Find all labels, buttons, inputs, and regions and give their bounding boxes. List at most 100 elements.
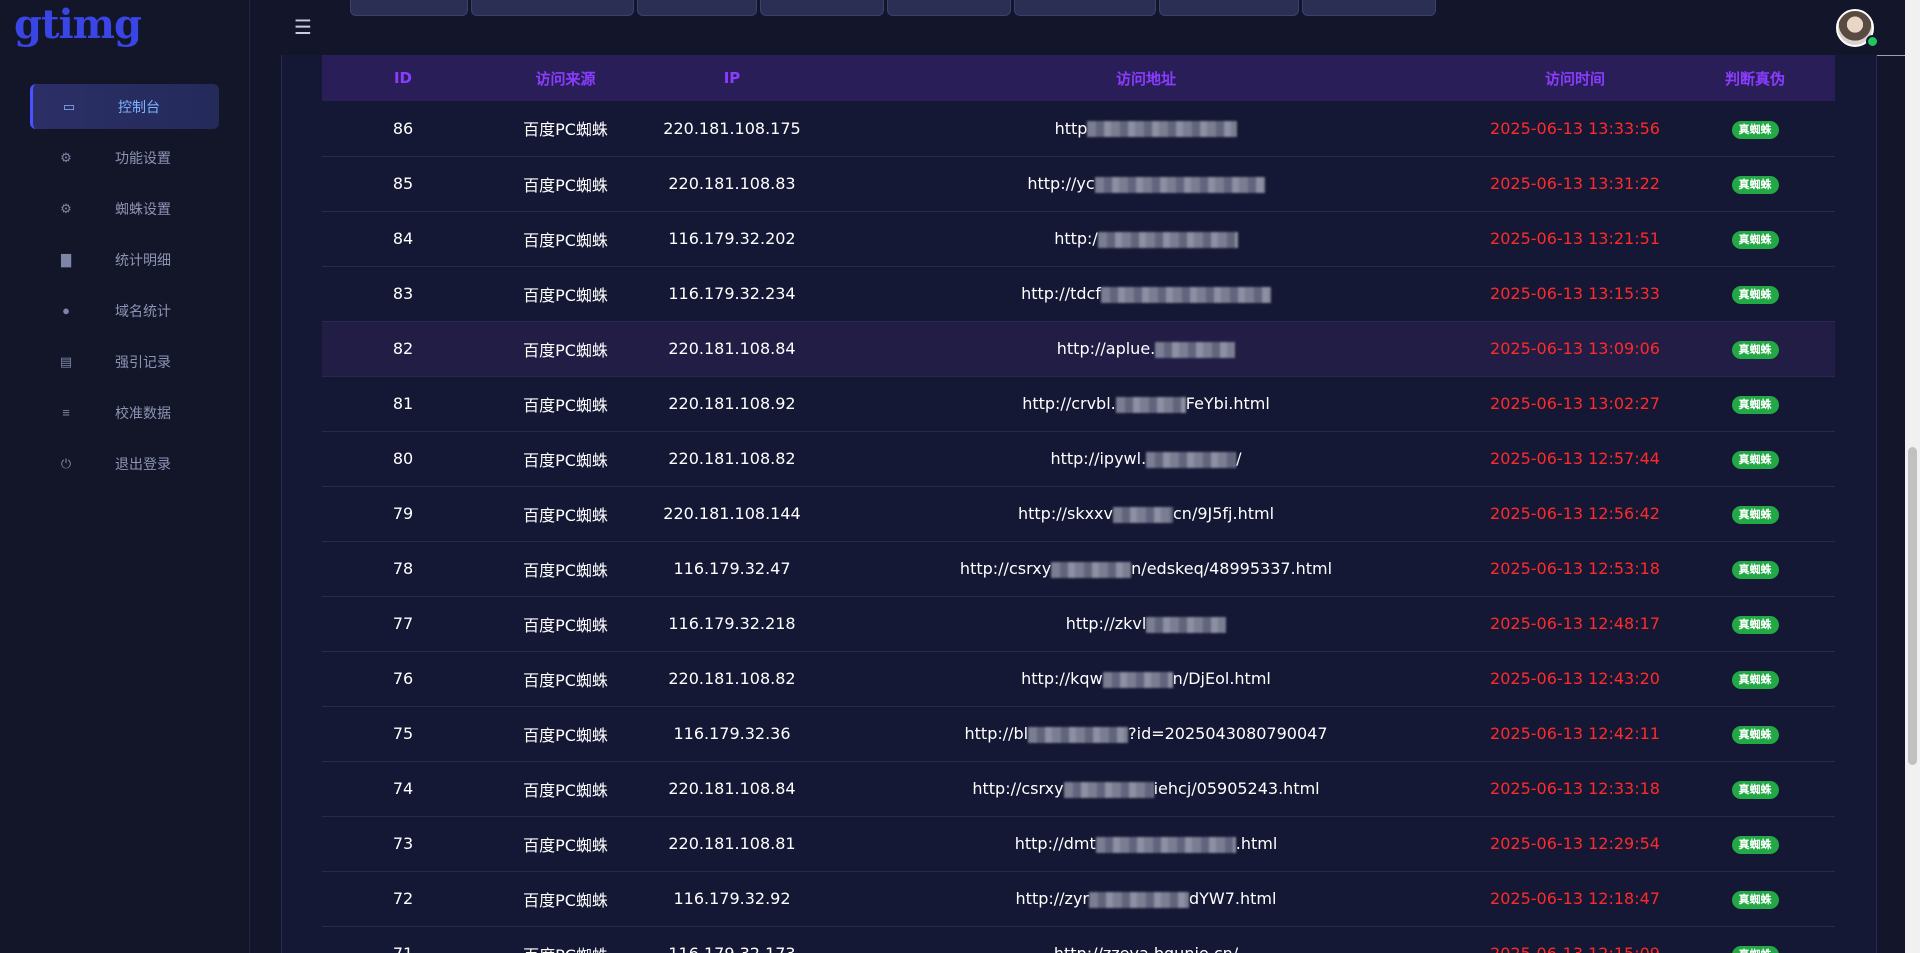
- redacted-url-segment: [1113, 506, 1173, 523]
- table-row[interactable]: 82 百度PC蜘蛛 220.181.108.84 http://aplue. 2025-…: [322, 321, 1835, 376]
- column-header-url[interactable]: 访问地址: [817, 55, 1475, 101]
- sidebar-item[interactable]: ⚙ 功能设置: [30, 135, 219, 180]
- url-link[interactable]: http://dmt .html: [1015, 834, 1278, 853]
- verdict-badge: 真蜘蛛: [1731, 891, 1779, 909]
- verdict-badge: 真蜘蛛: [1731, 561, 1779, 579]
- sidebar-item-label: 控制台: [118, 99, 160, 116]
- cell-verdict: 真蜘蛛: [1675, 596, 1835, 651]
- cell-ip: 116.179.32.234: [668, 284, 796, 303]
- sidebar-item[interactable]: ⏻ 退出登录: [30, 441, 219, 486]
- sidebar-item[interactable]: ▤ 强引记录: [30, 339, 219, 384]
- column-header-verdict[interactable]: 判断真伪: [1675, 55, 1835, 101]
- url-prefix: http://skxxv: [1017, 504, 1113, 523]
- table-row[interactable]: 74 百度PC蜘蛛 220.181.108.84 http://csrxy iehcj/…: [322, 761, 1835, 816]
- url-link[interactable]: http://yc: [1027, 174, 1265, 193]
- table-row[interactable]: 75 百度PC蜘蛛 116.179.32.36 http://bl ?id=202504…: [322, 706, 1835, 761]
- cell-source: 百度PC蜘蛛: [523, 780, 608, 800]
- top-tab[interactable]: [471, 0, 634, 16]
- laptop-icon: ▭: [62, 98, 76, 114]
- cell-id: 77: [392, 614, 414, 633]
- table-row[interactable]: 79 百度PC蜘蛛 220.181.108.144 http://skxxv cn/9J…: [322, 486, 1835, 541]
- top-tab[interactable]: [887, 0, 1011, 16]
- cell-id: 75: [392, 724, 414, 743]
- url-link[interactable]: http://csrxy iehcj/05905243.html: [972, 779, 1319, 798]
- table-row[interactable]: 71百度PC蜘蛛116.179.32.173 http://zzeva.bquni…: [322, 926, 1835, 953]
- table-row[interactable]: 76 百度PC蜘蛛 220.181.108.82 http://kqw n/DjEol.…: [322, 651, 1835, 706]
- column-header-ip[interactable]: IP: [647, 55, 817, 101]
- column-header-time[interactable]: 访问时间: [1475, 55, 1675, 101]
- redacted-url-segment: [1063, 781, 1154, 798]
- menu-toggle-icon[interactable]: ☰: [292, 16, 314, 40]
- verdict-badge: 真蜘蛛: [1731, 341, 1779, 359]
- app-root: gtimg ▭ 控制台 ⚙ 功能设置 ⚙ 蜘蛛设置 ▇ 统计明细 ● 域名统计 ▤ 强引记录 ≡ 校准数据…: [0, 0, 1920, 953]
- url-link[interactable]: http://crvbl. FeYbi.html: [1022, 394, 1270, 413]
- url-link[interactable]: http://skxxv cn/9J5fj.html: [1018, 504, 1274, 523]
- cell-url: http://zzeva.bqunie.cn/: [817, 926, 1475, 953]
- verdict-badge: 真蜘蛛: [1731, 726, 1779, 744]
- table-row[interactable]: 86 百度PC蜘蛛 220.181.108.175 http 2025-06-13 13…: [322, 101, 1835, 156]
- sidebar-item[interactable]: ▇ 统计明细: [30, 237, 219, 282]
- table-row[interactable]: 83 百度PC蜘蛛 116.179.32.234 http://tdcf 2025-06…: [322, 266, 1835, 321]
- top-tab[interactable]: [1014, 0, 1156, 16]
- url-link[interactable]: http://zkvl: [1066, 614, 1227, 633]
- url-link[interactable]: http://aplue.: [1057, 339, 1236, 358]
- top-tab[interactable]: [1159, 0, 1299, 16]
- cell-time: 2025-06-13 12:15:09: [1475, 926, 1675, 953]
- cell-time: 2025-06-13 12:48:17: [1490, 614, 1660, 633]
- cell-time: 2025-06-13 12:42:11: [1490, 724, 1660, 743]
- url-link[interactable]: http://zyr dYW7.html: [1016, 889, 1277, 908]
- top-tab[interactable]: [350, 0, 468, 16]
- cell-ip: 116.179.32.202: [668, 229, 796, 248]
- table-row[interactable]: 84 百度PC蜘蛛 116.179.32.202 http:/ 2025-06-13 1…: [322, 211, 1835, 266]
- cell-source: 百度PC蜘蛛: [523, 230, 608, 250]
- table-row[interactable]: 77 百度PC蜘蛛 116.179.32.218 http://zkvl 2025-06…: [322, 596, 1835, 651]
- bar-chart-icon: ▇: [61, 251, 71, 267]
- url-link[interactable]: http://bl ?id=2025043080790047: [965, 724, 1328, 743]
- verdict-badge: 真蜘蛛: [1731, 451, 1779, 469]
- top-tab[interactable]: [760, 0, 884, 16]
- brand-logo[interactable]: gtimg: [14, 0, 142, 54]
- cell-verdict: 真蜘蛛: [1675, 871, 1835, 926]
- scrollbar-thumb[interactable]: [1908, 447, 1917, 765]
- sidebar-item-label: 功能设置: [115, 150, 171, 167]
- cell-source: 百度PC蜘蛛: [523, 890, 608, 910]
- redacted-url-segment: [1094, 176, 1265, 193]
- table-row[interactable]: 73 百度PC蜘蛛 220.181.108.81 http://dmt .html 202…: [322, 816, 1835, 871]
- cell-time: 2025-06-13 12:43:20: [1490, 669, 1660, 688]
- sidebar-item[interactable]: ● 域名统计: [30, 288, 219, 333]
- sidebar-item[interactable]: ≡ 校准数据: [30, 390, 219, 435]
- sidebar-item[interactable]: ⚙ 蜘蛛设置: [30, 186, 219, 231]
- cell-url: http://ipywl. /: [817, 431, 1475, 486]
- gears-icon: ⚙: [60, 149, 72, 165]
- column-header-source[interactable]: 访问来源: [484, 55, 647, 101]
- cell-url: http://dmt .html: [817, 816, 1475, 871]
- url-link[interactable]: http:/: [1054, 229, 1238, 248]
- url-link[interactable]: http://csrxy n/edskeq/48995337.html: [960, 559, 1332, 578]
- cell-verdict: 真蜘蛛: [1675, 651, 1835, 706]
- sidebar: gtimg ▭ 控制台 ⚙ 功能设置 ⚙ 蜘蛛设置 ▇ 统计明细 ● 域名统计 ▤ 强引记录 ≡ 校准数据…: [0, 0, 250, 953]
- url-link[interactable]: http://tdcf: [1021, 284, 1271, 303]
- verdict-badge: 真蜘蛛: [1731, 671, 1779, 689]
- table-row[interactable]: 81 百度PC蜘蛛 220.181.108.92 http://crvbl. FeYbi…: [322, 376, 1835, 431]
- cell-time: 2025-06-13 13:33:56: [1490, 118, 1660, 138]
- sidebar-item-label: 强引记录: [115, 354, 171, 371]
- redacted-url-segment: [1146, 616, 1227, 633]
- url-link[interactable]: http://zzeva.bqunie.cn/: [1054, 944, 1238, 953]
- url-link[interactable]: http://kqw n/DjEol.html: [1021, 669, 1271, 688]
- table-row[interactable]: 72 百度PC蜘蛛 116.179.32.92 http://zyr dYW7.html…: [322, 871, 1835, 926]
- url-suffix: n/DjEol.html: [1172, 669, 1271, 688]
- table-row[interactable]: 78 百度PC蜘蛛 116.179.32.47 http://csrxy n/edske…: [322, 541, 1835, 596]
- cell-id: 85: [392, 174, 414, 193]
- table-row[interactable]: 85 百度PC蜘蛛 220.181.108.83 http://yc 2025-06-1…: [322, 156, 1835, 211]
- url-link[interactable]: http://ipywl. /: [1050, 449, 1241, 468]
- table-row[interactable]: 80 百度PC蜘蛛 220.181.108.82 http://ipywl. / 2025…: [322, 431, 1835, 486]
- verdict-badge: 真蜘蛛: [1731, 506, 1779, 524]
- sidebar-item[interactable]: ▭ 控制台: [30, 84, 219, 129]
- cell-url: http://csrxy n/edskeq/48995337.html: [817, 541, 1475, 596]
- url-link[interactable]: http: [1055, 119, 1238, 138]
- top-tab[interactable]: [1302, 0, 1436, 16]
- top-tab[interactable]: [637, 0, 757, 16]
- column-header-id[interactable]: ID: [322, 55, 484, 101]
- url-suffix: n/edskeq/48995337.html: [1131, 559, 1333, 578]
- cell-verdict: 真蜘蛛: [1675, 101, 1835, 156]
